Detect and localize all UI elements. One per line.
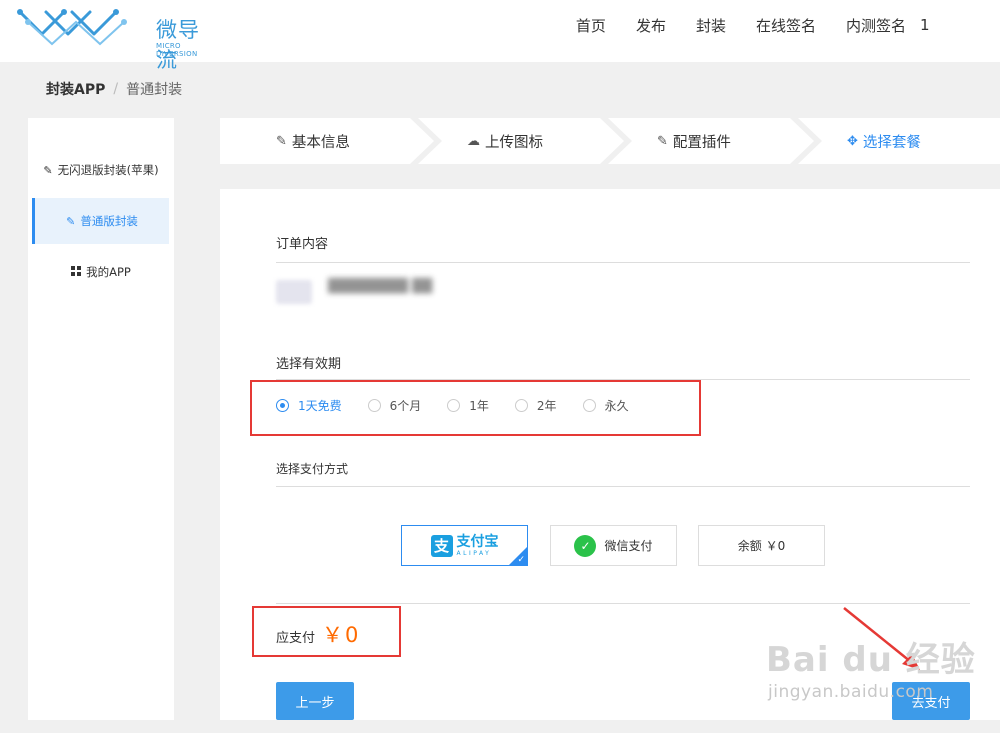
sidebar-item-normal-package[interactable]: ✎ 普通版封装 bbox=[32, 198, 169, 244]
payment-section-title: 选择支付方式 bbox=[276, 462, 349, 476]
nav-online-sign[interactable]: 在线签名 bbox=[756, 15, 816, 36]
alipay-label: 支付宝 bbox=[456, 533, 499, 550]
breadcrumb-root[interactable]: 封装APP bbox=[46, 79, 105, 99]
edit-icon: ✎ bbox=[66, 214, 76, 228]
pay-button[interactable]: 去支付 bbox=[892, 682, 970, 720]
step-configure-plugins[interactable]: ✎ 配置插件 bbox=[657, 118, 731, 164]
step-basic-info[interactable]: ✎ 基本信息 bbox=[276, 118, 350, 164]
annotation-box-validity bbox=[250, 380, 701, 436]
annotation-arrow-icon bbox=[843, 607, 920, 670]
step-upload-icon[interactable]: ☁ 上传图标 bbox=[467, 118, 543, 164]
wechat-pay-label: 微信支付 bbox=[604, 539, 653, 553]
grid-icon bbox=[71, 265, 82, 279]
prev-step-button[interactable]: 上一步 bbox=[276, 682, 354, 720]
annotation-box-amount bbox=[252, 606, 401, 657]
main-nav: 首页 发布 封装 在线签名 内测签名 1 bbox=[576, 0, 1000, 50]
sidebar: ✎ 无闪退版封装(苹果) ✎ 普通版封装 我的APP bbox=[28, 118, 174, 720]
divider bbox=[276, 486, 970, 487]
order-section-title: 订单内容 bbox=[276, 237, 329, 252]
nav-beta-sign[interactable]: 内测签名 bbox=[846, 15, 906, 36]
checkmark-icon: ✓ bbox=[517, 555, 525, 565]
validity-section-title: 选择有效期 bbox=[276, 357, 342, 372]
wechat-icon: ✓ bbox=[574, 534, 597, 557]
steps-bar: ✎ 基本信息 ☁ 上传图标 ✎ 配置插件 ✥ 选择套餐 bbox=[220, 118, 1000, 164]
balance-option[interactable]: 余额 ￥0 bbox=[698, 525, 825, 566]
logo-mark-icon bbox=[17, 9, 127, 46]
logo[interactable]: 微导流 MICRO DIVERSION bbox=[16, 4, 216, 72]
app-thumbnail bbox=[276, 280, 312, 304]
step-label: 上传图标 bbox=[485, 134, 543, 151]
edit-icon: ✎ bbox=[657, 133, 668, 149]
step-select-plan[interactable]: ✥ 选择套餐 bbox=[847, 118, 921, 164]
nav-package[interactable]: 封装 bbox=[696, 15, 726, 36]
alipay-label-en: ALIPAY bbox=[456, 549, 492, 557]
user-account[interactable]: 1 bbox=[920, 16, 1000, 34]
alipay-option[interactable]: 支 支付宝 ALIPAY ✓ bbox=[401, 525, 528, 566]
sidebar-item-label: 普通版封装 bbox=[80, 214, 138, 228]
order-app-name: ████████ ██ bbox=[328, 279, 433, 294]
alipay-icon: 支 bbox=[430, 534, 453, 557]
step-label: 配置插件 bbox=[672, 134, 731, 151]
move-icon: ✥ bbox=[847, 133, 858, 149]
nav-publish[interactable]: 发布 bbox=[636, 15, 666, 36]
wechat-pay-option[interactable]: ✓ 微信支付 bbox=[550, 525, 677, 566]
balance-label: 余额 ￥0 bbox=[737, 539, 786, 553]
nav-home[interactable]: 首页 bbox=[576, 15, 606, 36]
sidebar-item-label: 无闪退版封装(苹果) bbox=[57, 163, 159, 177]
breadcrumb-separator: / bbox=[113, 81, 119, 97]
sidebar-item-my-app[interactable]: 我的APP bbox=[28, 249, 174, 295]
sidebar-item-label: 我的APP bbox=[86, 265, 131, 279]
logo-subtext: MICRO DIVERSION bbox=[156, 42, 198, 58]
breadcrumb-current: 普通封装 bbox=[126, 82, 183, 98]
breadcrumb: 封装APP / 普通封装 bbox=[46, 79, 182, 99]
top-header: 微导流 MICRO DIVERSION 首页 发布 封装 在线签名 内测签名 1 bbox=[0, 0, 1000, 72]
pen-icon: ✎ bbox=[276, 133, 287, 149]
cloud-upload-icon: ☁ bbox=[467, 133, 480, 149]
sidebar-item-no-crash-package[interactable]: ✎ 无闪退版封装(苹果) bbox=[28, 147, 174, 193]
divider bbox=[276, 262, 970, 263]
step-label: 基本信息 bbox=[291, 134, 350, 151]
alipay-logo: 支 支付宝 ALIPAY bbox=[430, 533, 499, 557]
pen-icon: ✎ bbox=[43, 163, 53, 177]
step-label: 选择套餐 bbox=[862, 134, 921, 151]
